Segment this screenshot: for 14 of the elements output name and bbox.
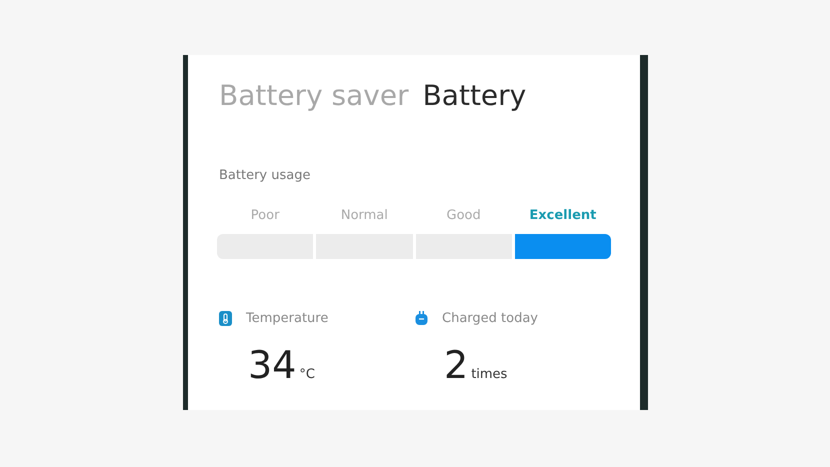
level-label: Normal: [340, 206, 388, 224]
plug-icon: [415, 311, 428, 326]
level-label: Poor: [250, 206, 280, 224]
thermometer-icon: [219, 311, 232, 326]
stat-label: Charged today: [442, 310, 538, 328]
tab[interactable]: Battery: [422, 75, 526, 117]
stat-unit: °C: [299, 366, 315, 384]
level-label: Excellent: [529, 206, 596, 224]
stat-value: 2: [444, 346, 468, 384]
stat-unit: times: [471, 366, 508, 384]
section-title: Battery usage: [219, 167, 312, 185]
level-label: Good: [446, 206, 481, 224]
stat-value: 34: [248, 346, 296, 384]
stat-label: Temperature: [246, 310, 328, 328]
